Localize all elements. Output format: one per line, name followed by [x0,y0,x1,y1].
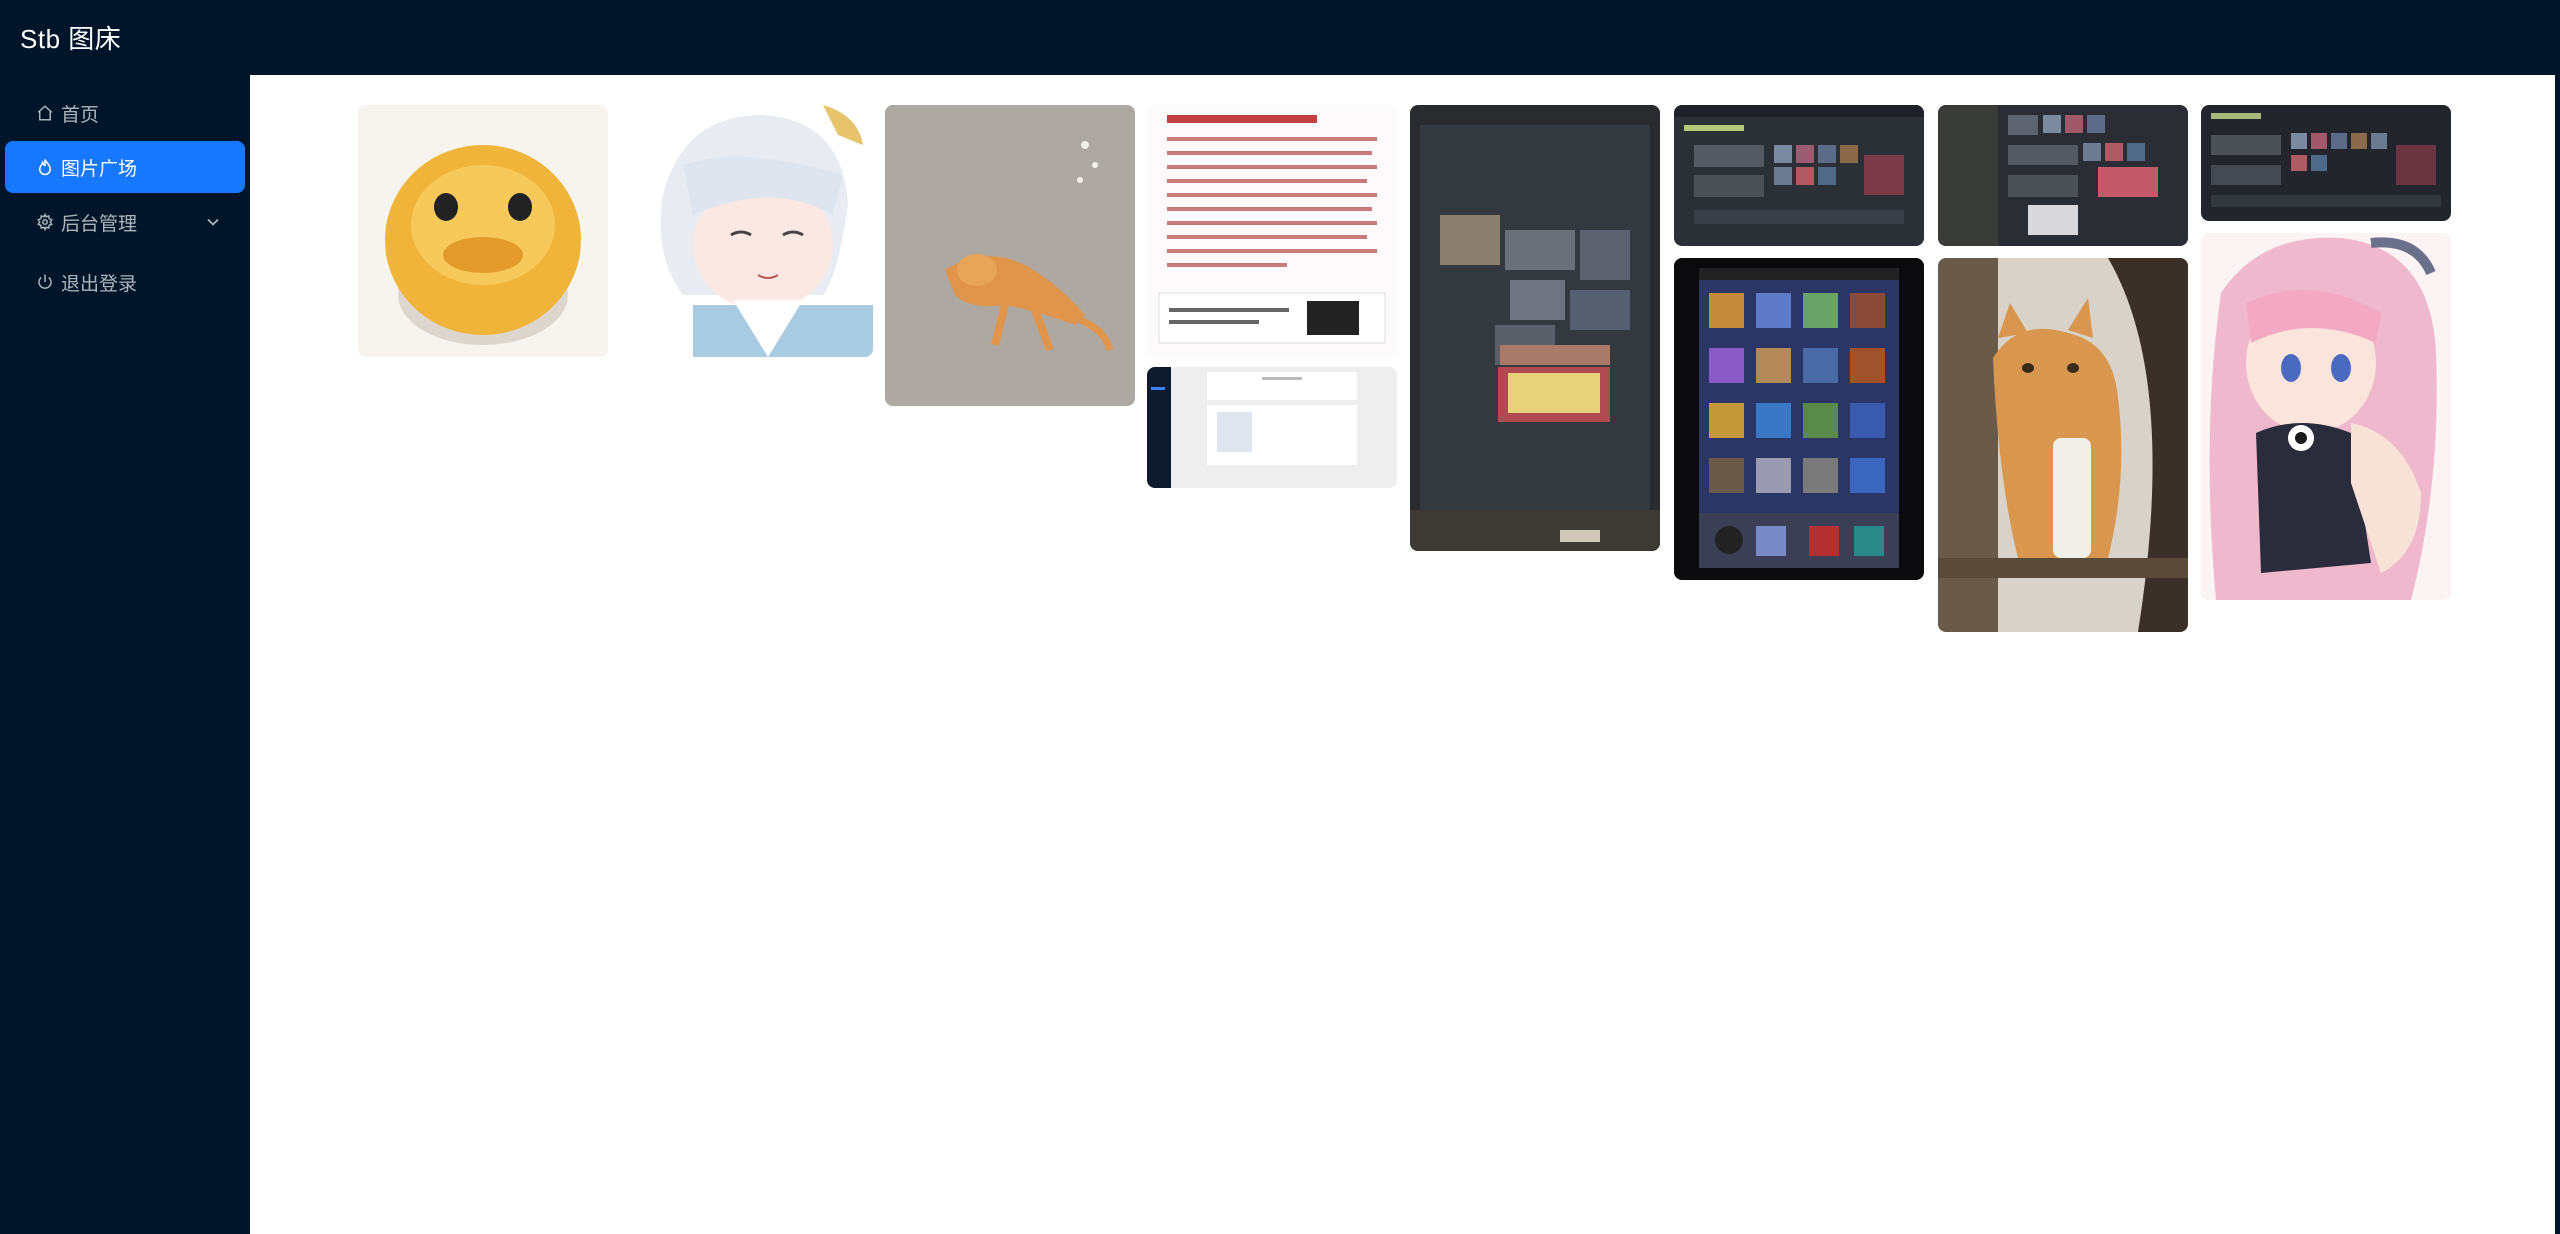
gallery-image-web-screenshot[interactable] [1147,367,1397,488]
sidebar: 首页 图片广场 后台管理 退出登录 [0,75,250,1234]
sidebar-item-label: 退出登录 [61,273,138,295]
gallery-image-white-haired-anime[interactable] [623,105,873,357]
gallery-image-cat-sitting[interactable] [1938,258,2188,632]
gallery-image-game-inventory-1[interactable] [1674,105,1924,246]
gallery-area [250,75,2560,1234]
gallery-image-game-inventory-2[interactable] [1938,105,2188,246]
chevron-down-icon[interactable] [203,212,223,232]
sidebar-item-home[interactable]: 首页 [5,87,245,139]
page-edge [2555,75,2560,1234]
sidebar-item-label: 首页 [61,104,100,126]
sidebar-item-admin[interactable]: 后台管理 [5,196,245,248]
gallery-image-yellow-blob[interactable] [358,105,608,357]
sidebar-item-label: 图片广场 [61,158,138,180]
app-title[interactable]: Stb 图床 [20,0,121,75]
sidebar-item-label: 后台管理 [61,213,138,235]
home-icon [35,103,55,123]
gear-icon [35,212,55,232]
top-header: Stb 图床 [0,0,2560,75]
gallery-image-monitor-photo[interactable] [1410,105,1660,551]
sidebar-item-logout[interactable]: 退出登录 [5,256,245,308]
power-icon [35,272,55,292]
gallery-image-news-article[interactable] [1147,105,1397,357]
gallery-image-game-inventory-3[interactable] [2201,105,2451,221]
fire-icon [35,157,55,177]
sidebar-item-gallery[interactable]: 图片广场 [5,141,245,193]
gallery-image-phone-screen[interactable] [1674,258,1924,580]
gallery-image-cat-lying[interactable] [885,105,1135,406]
gallery-image-pink-anime-girl[interactable] [2201,233,2451,600]
